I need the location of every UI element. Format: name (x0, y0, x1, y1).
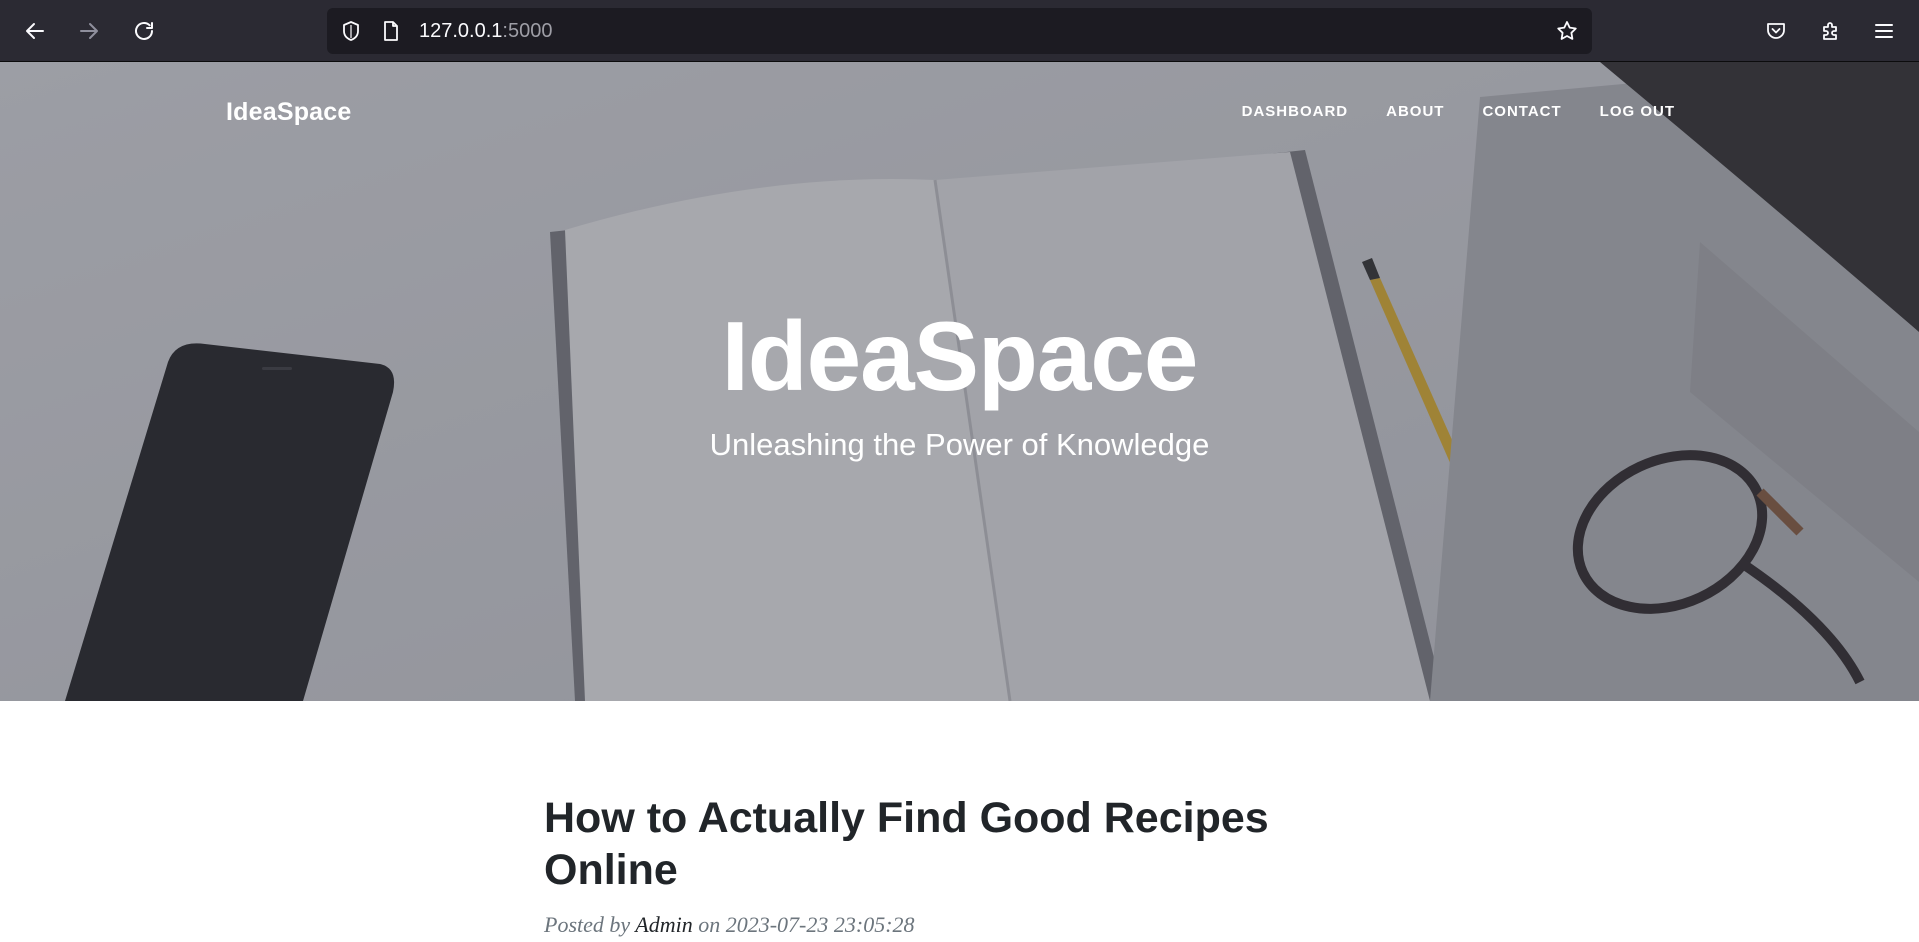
pocket-button[interactable] (1758, 13, 1794, 49)
nav-link-log-out[interactable]: LOG OUT (1600, 103, 1675, 120)
page-icon[interactable] (379, 19, 403, 43)
hero-header: IdeaSpace DASHBOARD ABOUT CONTACT LOG OU… (0, 62, 1919, 701)
reload-button[interactable] (126, 13, 162, 49)
nav-link-about[interactable]: ABOUT (1386, 103, 1444, 120)
post-date: 2023-07-23 23:05:28 (725, 912, 915, 937)
back-button[interactable] (17, 13, 53, 49)
back-icon (26, 23, 44, 39)
url-port: :5000 (502, 20, 553, 42)
extensions-button[interactable] (1813, 13, 1849, 49)
address-bar[interactable]: 127.0.0.1:5000 (327, 8, 1592, 54)
url-host: 127.0.0.1 (419, 20, 503, 42)
nav-link-dashboard[interactable]: DASHBOARD (1242, 103, 1349, 120)
reload-icon (135, 22, 153, 40)
star-icon[interactable] (1555, 19, 1579, 43)
hero-title: IdeaSpace (721, 301, 1199, 411)
posted-by-label: Posted by (544, 912, 631, 937)
nav-link-contact[interactable]: CONTACT (1482, 103, 1561, 120)
nav-brand[interactable]: IdeaSpace (226, 98, 351, 127)
menu-icon (1875, 24, 1893, 38)
post-title[interactable]: How to Actually Find Good Recipes Online (544, 792, 1364, 896)
app-menu-button[interactable] (1866, 13, 1902, 49)
shield-icon[interactable] (339, 19, 363, 43)
on-label: on (698, 912, 721, 937)
pocket-icon (1767, 23, 1785, 39)
extensions-icon (1823, 22, 1837, 40)
post-meta: Posted by Admin on 2023-07-23 23:05:28 (544, 912, 1364, 938)
post-preview: How to Actually Find Good Recipes Online… (544, 792, 1364, 938)
nav-menu: DASHBOARD ABOUT CONTACT LOG OUT (1242, 103, 1675, 120)
browser-toolbar: 127.0.0.1:5000 (0, 0, 1919, 62)
post-author-link[interactable]: Admin (635, 912, 692, 937)
hero-subtitle: Unleashing the Power of Knowledge (709, 427, 1210, 462)
forward-button[interactable] (71, 13, 107, 49)
forward-icon (80, 23, 98, 39)
url-text[interactable]: 127.0.0.1:5000 (419, 8, 552, 54)
